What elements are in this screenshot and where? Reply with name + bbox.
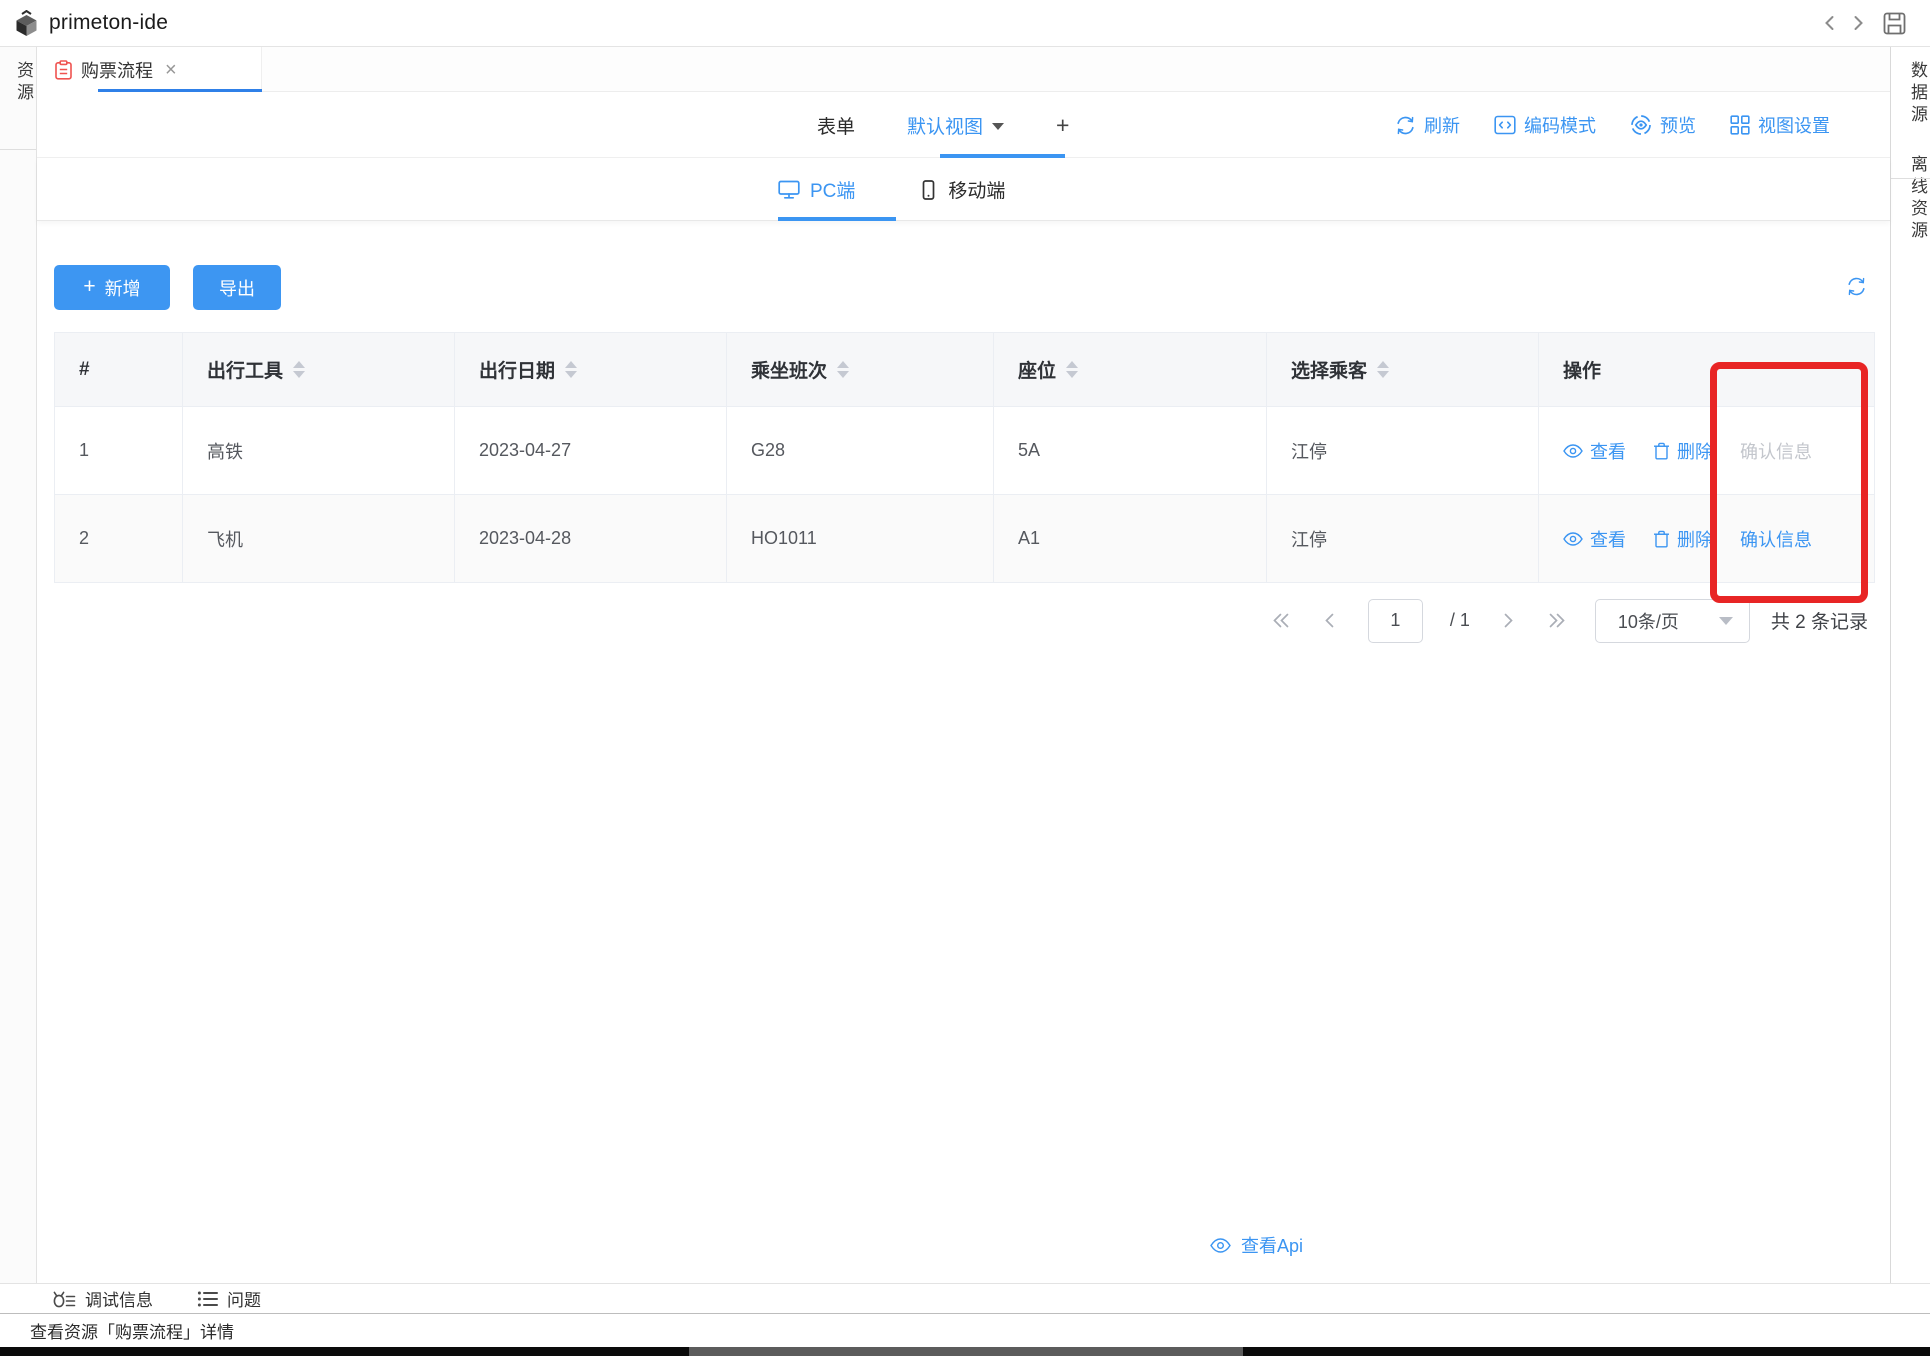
delete-action[interactable]: 删除	[1653, 438, 1713, 464]
device-tabs-row: PC端 移动端	[37, 158, 1890, 221]
resources-panel-toggle[interactable]: 资源	[0, 61, 36, 105]
page-number-input[interactable]	[1368, 599, 1423, 643]
table-header-row: # 出行工具 出行日期 乘坐班次 座位 选择乘客 操作	[55, 333, 1875, 407]
page-size-select[interactable]: 10条/页	[1595, 599, 1750, 643]
confirm-info-action[interactable]: 确认信息	[1740, 526, 1812, 552]
records-table: # 出行工具 出行日期 乘坐班次 座位 选择乘客 操作 1 高铁 2023-04…	[54, 332, 1875, 583]
cell-index: 1	[55, 407, 183, 495]
status-text: 查看资源「购票流程」详情	[30, 1318, 234, 1343]
close-icon[interactable]: ×	[165, 60, 177, 80]
cell-seat: 5A	[994, 407, 1267, 495]
preview-button[interactable]: 预览	[1630, 112, 1696, 138]
cell-travel-date: 2023-04-28	[455, 495, 727, 583]
debug-icon	[52, 1289, 76, 1309]
divider	[0, 149, 36, 150]
col-header-index: #	[55, 333, 183, 407]
sort-icon	[293, 361, 305, 378]
cell-index: 2	[55, 495, 183, 583]
document-icon	[55, 60, 72, 80]
add-record-button[interactable]: + 新增	[54, 265, 170, 310]
cell-passenger: 江停	[1267, 407, 1539, 495]
chevron-down-icon[interactable]	[992, 123, 1004, 130]
app-logo-icon	[13, 10, 40, 37]
sort-icon	[837, 361, 849, 378]
add-view-tab-button[interactable]: +	[1056, 112, 1069, 139]
datasource-panel-toggle[interactable]: 数据源	[1891, 61, 1930, 127]
table-refresh-icon[interactable]	[1846, 276, 1867, 297]
delete-action[interactable]: 删除	[1653, 526, 1713, 552]
cell-seat: A1	[994, 495, 1267, 583]
top-bar: primeton-ide	[0, 0, 1930, 47]
save-icon[interactable]	[1880, 9, 1908, 37]
col-header-passenger[interactable]: 选择乘客	[1267, 333, 1539, 407]
editor-tab-label: 购票流程	[81, 57, 153, 83]
refresh-button[interactable]: 刷新	[1395, 112, 1460, 138]
view-action[interactable]: 查看	[1563, 526, 1626, 552]
prev-page-icon[interactable]	[1319, 609, 1341, 633]
col-header-operations: 操作	[1539, 333, 1875, 407]
editor-tab-ticket-flow[interactable]: 购票流程 ×	[37, 47, 262, 92]
next-page-icon[interactable]	[1497, 609, 1519, 633]
col-header-trip-number[interactable]: 乘坐班次	[727, 333, 994, 407]
table-row: 1 高铁 2023-04-27 G28 5A 江停 查看 删除	[55, 407, 1875, 495]
export-button[interactable]: 导出	[193, 265, 281, 310]
chevron-down-icon	[1719, 617, 1733, 625]
cell-operations: 查看 删除 确认信息	[1539, 495, 1875, 583]
offline-resources-panel-toggle[interactable]: 离线资源	[1891, 155, 1930, 243]
total-records-label: 共 2 条记录	[1771, 607, 1868, 634]
view-api-link[interactable]: 查看Api	[1210, 1232, 1303, 1258]
taskbar-segment	[689, 1347, 1243, 1356]
bottom-toolbar: 调试信息 问题	[0, 1283, 1930, 1313]
cell-travel-tool: 高铁	[183, 407, 455, 495]
cell-operations: 查看 删除 确认信息	[1539, 407, 1875, 495]
sort-icon	[565, 361, 577, 378]
divider	[1891, 178, 1930, 179]
left-panel-strip: 资源	[0, 47, 37, 1283]
cell-trip-number: G28	[727, 407, 994, 495]
status-bar: 查看资源「购票流程」详情	[0, 1313, 1930, 1347]
view-action[interactable]: 查看	[1563, 438, 1626, 464]
problems-button[interactable]: 问题	[197, 1286, 261, 1311]
cell-passenger: 江停	[1267, 495, 1539, 583]
last-page-icon[interactable]	[1546, 609, 1568, 633]
plus-icon: +	[83, 275, 95, 299]
tab-default-view[interactable]: 默认视图	[907, 112, 1004, 139]
sort-icon	[1066, 361, 1078, 378]
code-mode-button[interactable]: 编码模式	[1494, 112, 1596, 138]
confirm-info-action: 确认信息	[1740, 438, 1812, 464]
tab-form[interactable]: 表单	[817, 112, 855, 139]
col-header-travel-date[interactable]: 出行日期	[455, 333, 727, 407]
view-settings-button[interactable]: 视图设置	[1730, 112, 1830, 138]
device-tab-ink-bar	[778, 217, 896, 221]
table-row: 2 飞机 2023-04-28 HO1011 A1 江停 查看 删除	[55, 495, 1875, 583]
sort-icon	[1377, 361, 1389, 378]
nav-back-icon[interactable]	[1816, 9, 1844, 37]
tab-mobile[interactable]: 移动端	[919, 176, 1005, 203]
cell-travel-tool: 飞机	[183, 495, 455, 583]
bottom-screen-edge	[0, 1347, 1930, 1356]
cell-trip-number: HO1011	[727, 495, 994, 583]
pagination: / 1 10条/页 共 2 条记录	[1270, 598, 1868, 643]
monitor-icon	[778, 180, 800, 200]
total-pages-label: / 1	[1450, 610, 1470, 631]
list-icon	[197, 1290, 218, 1308]
debug-info-button[interactable]: 调试信息	[52, 1286, 153, 1311]
col-header-travel-tool[interactable]: 出行工具	[183, 333, 455, 407]
editor-tab-bar: 购票流程 ×	[37, 47, 1890, 92]
cell-travel-date: 2023-04-27	[455, 407, 727, 495]
view-tabs-row: 表单 默认视图 + 刷新	[37, 92, 1890, 158]
col-header-seat[interactable]: 座位	[994, 333, 1267, 407]
tab-pc[interactable]: PC端	[778, 176, 855, 203]
app-title: primeton-ide	[49, 11, 168, 35]
first-page-icon[interactable]	[1270, 609, 1292, 633]
nav-forward-icon[interactable]	[1844, 9, 1872, 37]
app-window: primeton-ide 资源 数据源 离线资源	[0, 0, 1930, 1356]
right-panel-strip: 数据源 离线资源	[1890, 47, 1930, 1283]
mobile-phone-icon	[919, 180, 938, 200]
